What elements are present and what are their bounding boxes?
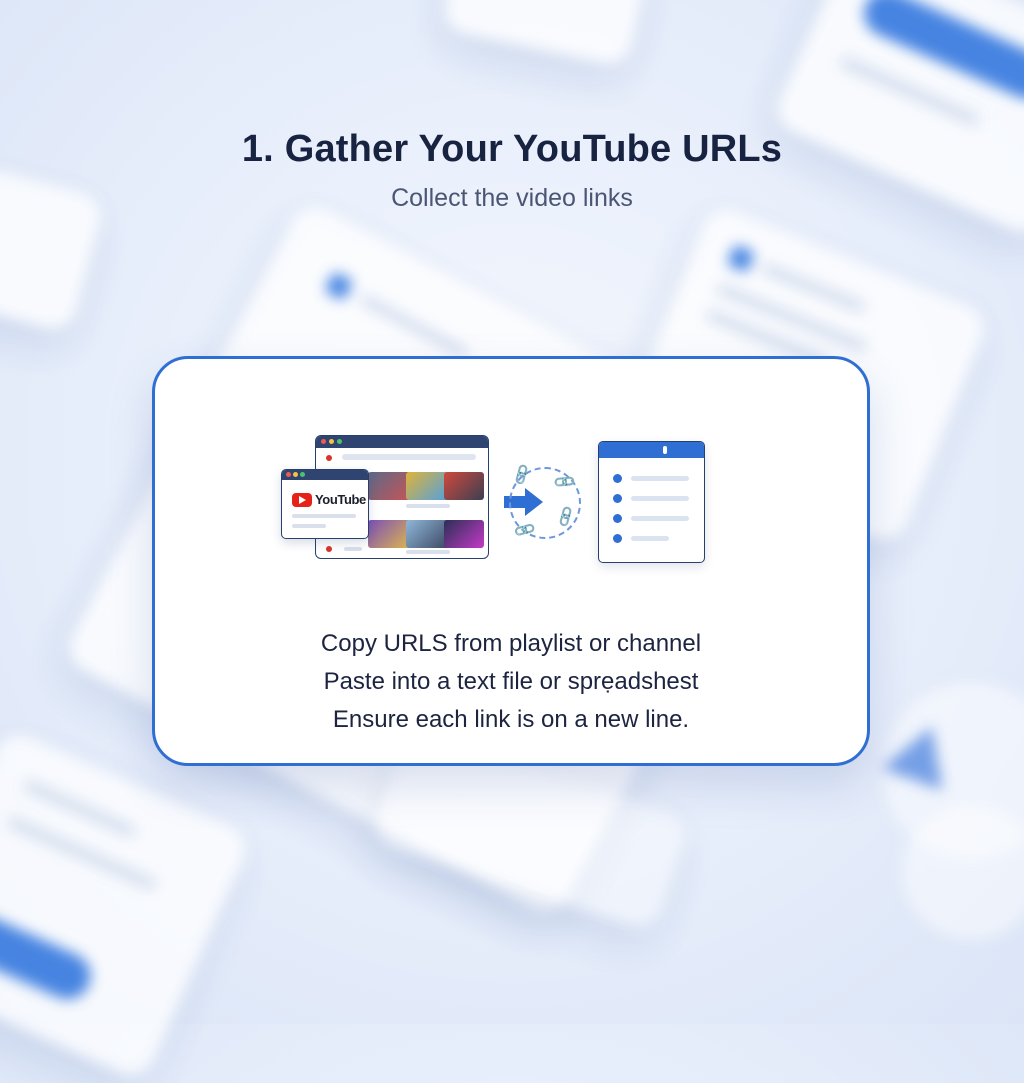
link-icon: 🔗	[512, 518, 537, 543]
window-dot	[293, 472, 298, 477]
window-dot	[321, 439, 326, 444]
address-bar	[342, 454, 476, 460]
page-subtitle: Collect the video links	[391, 184, 633, 212]
bullet-point	[613, 474, 622, 483]
thumbnail-caption	[344, 547, 362, 551]
bg-card-bottom-left	[0, 726, 254, 1083]
bg-button	[0, 899, 98, 1007]
bg-line	[358, 293, 470, 359]
video-thumbnail	[444, 520, 484, 548]
instruction-step-3: Ensure each link is on a new line.	[332, 706, 690, 733]
youtube-window-icon: YouTube	[281, 469, 369, 539]
bg-card-top	[440, 0, 650, 69]
bg-square-icon	[324, 271, 354, 302]
bullet-point	[613, 534, 622, 543]
bullet-line	[631, 496, 689, 501]
bg-button	[856, 0, 1024, 107]
thumbnail-caption	[406, 504, 450, 508]
bg-square-icon	[726, 244, 756, 273]
window-dot	[337, 439, 342, 444]
youtube-logo-icon: YouTube	[292, 492, 366, 507]
bullet-line	[631, 476, 689, 481]
browser-title-bar	[316, 436, 488, 448]
window-dot	[286, 472, 291, 477]
instruction-step-1: Copy URLS from playlist or channel	[320, 630, 702, 657]
bg-circle	[900, 800, 1024, 942]
browser-title-bar	[282, 470, 368, 480]
instruction-step-2: Paste into a text file or sprẹadshest	[323, 668, 699, 695]
youtube-brand-label: YouTube	[315, 492, 366, 507]
pin-icon	[663, 446, 667, 454]
document-header	[599, 442, 704, 458]
bullet-point	[613, 494, 622, 503]
play-icon	[292, 492, 312, 507]
front-line	[292, 514, 356, 518]
front-line	[292, 524, 326, 528]
instruction-card: YouTube 🔗 🔗 🔗 🔗 Copy URLS from playlist …	[152, 356, 870, 766]
bullet-line	[631, 536, 669, 541]
record-dot	[326, 546, 332, 552]
page-title: 1. Gather Your YouTube URLs	[241, 128, 783, 170]
bullet-point	[613, 514, 622, 523]
list-document-icon	[598, 441, 705, 563]
window-dot	[300, 472, 305, 477]
window-dot	[329, 439, 334, 444]
bullet-line	[631, 516, 689, 521]
video-thumbnail	[444, 472, 484, 500]
record-dot	[326, 455, 332, 461]
thumbnail-caption	[406, 550, 450, 554]
